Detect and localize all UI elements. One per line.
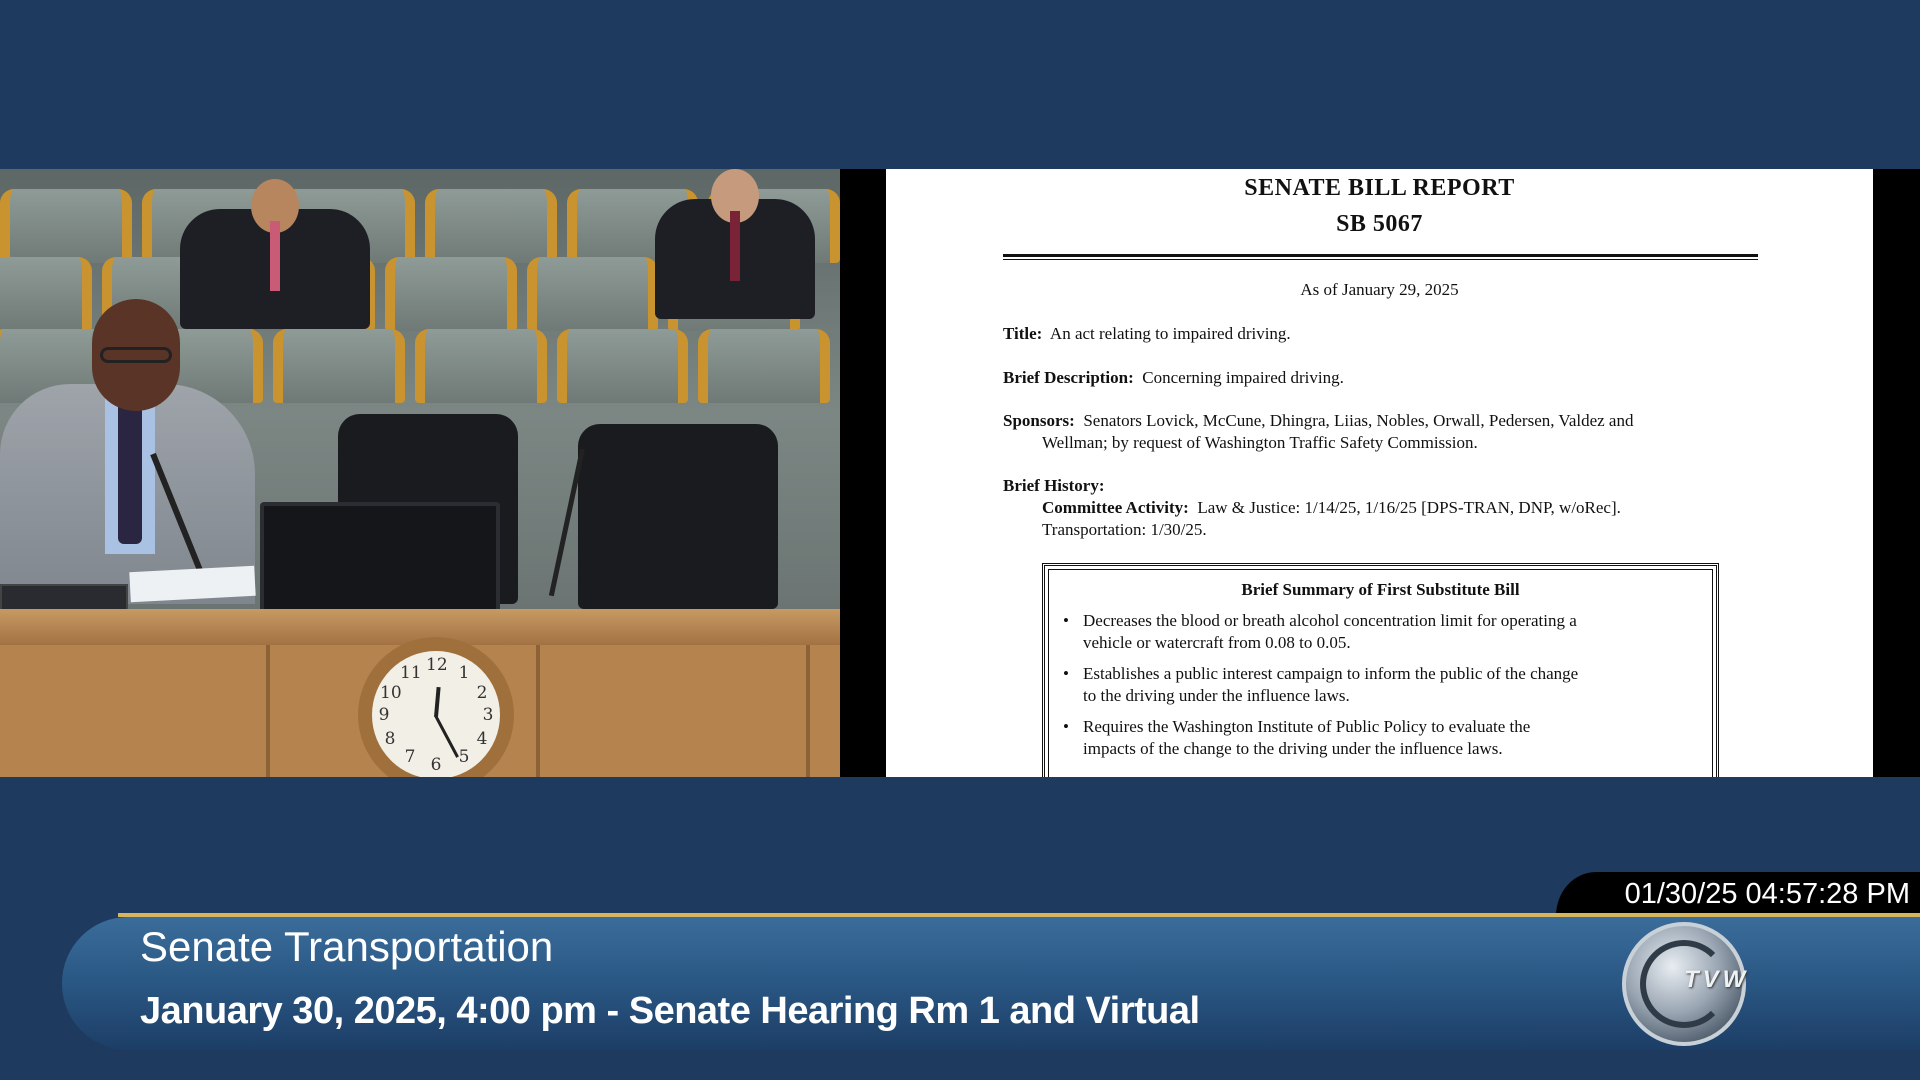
heading-rule-thick (1003, 254, 1758, 257)
clock-number-8: 8 (384, 729, 396, 749)
logo-text: TVW (1684, 966, 1750, 993)
bill-number: SB 5067 (1336, 211, 1423, 237)
brief-description-text: Concerning impaired driving. (1142, 368, 1344, 387)
sponsors-line2: Wellman; by request of Washington Traffi… (1042, 433, 1478, 452)
clock-number-11: 11 (400, 663, 422, 683)
session-details: January 30, 2025, 4:00 pm - Senate Heari… (140, 990, 1200, 1032)
committee-name: Senate Transportation (140, 923, 554, 970)
brief-history-label: Brief History: (1003, 476, 1105, 495)
tvw-logo-icon: TVW (1622, 922, 1746, 1046)
bill-report-document: SENATE BILL REPORT SB 5067 As of January… (886, 169, 1873, 777)
clock-number-12: 12 (426, 655, 448, 675)
sponsors-line1: Senators Lovick, McCune, Dhingra, Liias,… (1083, 411, 1634, 430)
black-office-chair-right (578, 424, 778, 609)
title-label: Title: (1003, 324, 1043, 343)
clock-number-1: 1 (458, 663, 470, 683)
hearing-video-feed: 12 1 2 3 4 5 6 7 8 9 10 11 (0, 169, 840, 777)
brief-description-row: Brief Description: Concerning impaired d… (1003, 367, 1344, 389)
committee-activity-line2: Transportation: 1/30/25. (1042, 520, 1207, 539)
bullet-dot-icon: • (1063, 717, 1069, 736)
summary-bullet-3-line2: impacts of the change to the driving und… (1083, 739, 1503, 758)
clock-minute-hand (434, 715, 459, 758)
summary-bullet-1-line2: vehicle or watercraft from 0.08 to 0.05. (1083, 633, 1351, 652)
summary-bullet-3: • Requires the Washington Institute of P… (1063, 716, 1671, 760)
clock-number-3: 3 (482, 705, 494, 725)
clock-number-10: 10 (380, 683, 402, 703)
committee-activity-line1: Law & Justice: 1/14/25, 1/16/25 [DPS-TRA… (1197, 498, 1621, 517)
committee-activity-label: Committee Activity: (1042, 498, 1189, 517)
clock-number-9: 9 (378, 705, 390, 725)
clock-number-2: 2 (476, 683, 488, 703)
summary-bullet-1: • Decreases the blood or breath alcohol … (1063, 610, 1671, 654)
clock-number-6: 6 (430, 755, 442, 775)
brief-summary-box: Brief Summary of First Substitute Bill •… (1042, 563, 1719, 777)
broadcast-timestamp: 01/30/25 04:57:28 PM (1624, 878, 1910, 910)
bullet-dot-icon: • (1063, 664, 1069, 683)
summary-bullet-2-line2: to the driving under the influence laws. (1083, 686, 1350, 705)
desk-monitor (260, 502, 500, 614)
report-heading: SENATE BILL REPORT (1244, 175, 1515, 201)
clock-hour-hand (434, 686, 441, 718)
sponsors-label: Sponsors: (1003, 411, 1075, 430)
title-row: Title: An act relating to impaired drivi… (1003, 323, 1291, 345)
title-text: An act relating to impaired driving. (1049, 324, 1291, 343)
speaker-tie (118, 394, 142, 544)
speaker-glasses (100, 347, 172, 363)
as-of-date: As of January 29, 2025 (1300, 280, 1459, 299)
committee-activity-row: Committee Activity: Law & Justice: 1/14/… (1042, 497, 1621, 519)
clock-face: 12 1 2 3 4 5 6 7 8 9 10 11 (372, 651, 500, 777)
spectator-right (655, 169, 815, 319)
heading-rule-thin (1003, 259, 1758, 260)
brief-summary-title: Brief Summary of First Substitute Bill (1241, 580, 1520, 599)
summary-bullet-2: • Establishes a public interest campaign… (1063, 663, 1671, 707)
sponsors-row: Sponsors: Senators Lovick, McCune, Dhing… (1003, 410, 1633, 432)
spectator-left (180, 179, 370, 329)
summary-bullet-2-line1: Establishes a public interest campaign t… (1083, 664, 1579, 683)
bullet-dot-icon: • (1063, 611, 1069, 630)
summary-bullet-1-line1: Decreases the blood or breath alcohol co… (1083, 611, 1577, 630)
summary-bullet-3-line1: Requires the Washington Institute of Pub… (1083, 717, 1531, 736)
clock-number-7: 7 (404, 747, 416, 767)
brief-description-label: Brief Description: (1003, 368, 1134, 387)
clock-number-4: 4 (476, 729, 488, 749)
